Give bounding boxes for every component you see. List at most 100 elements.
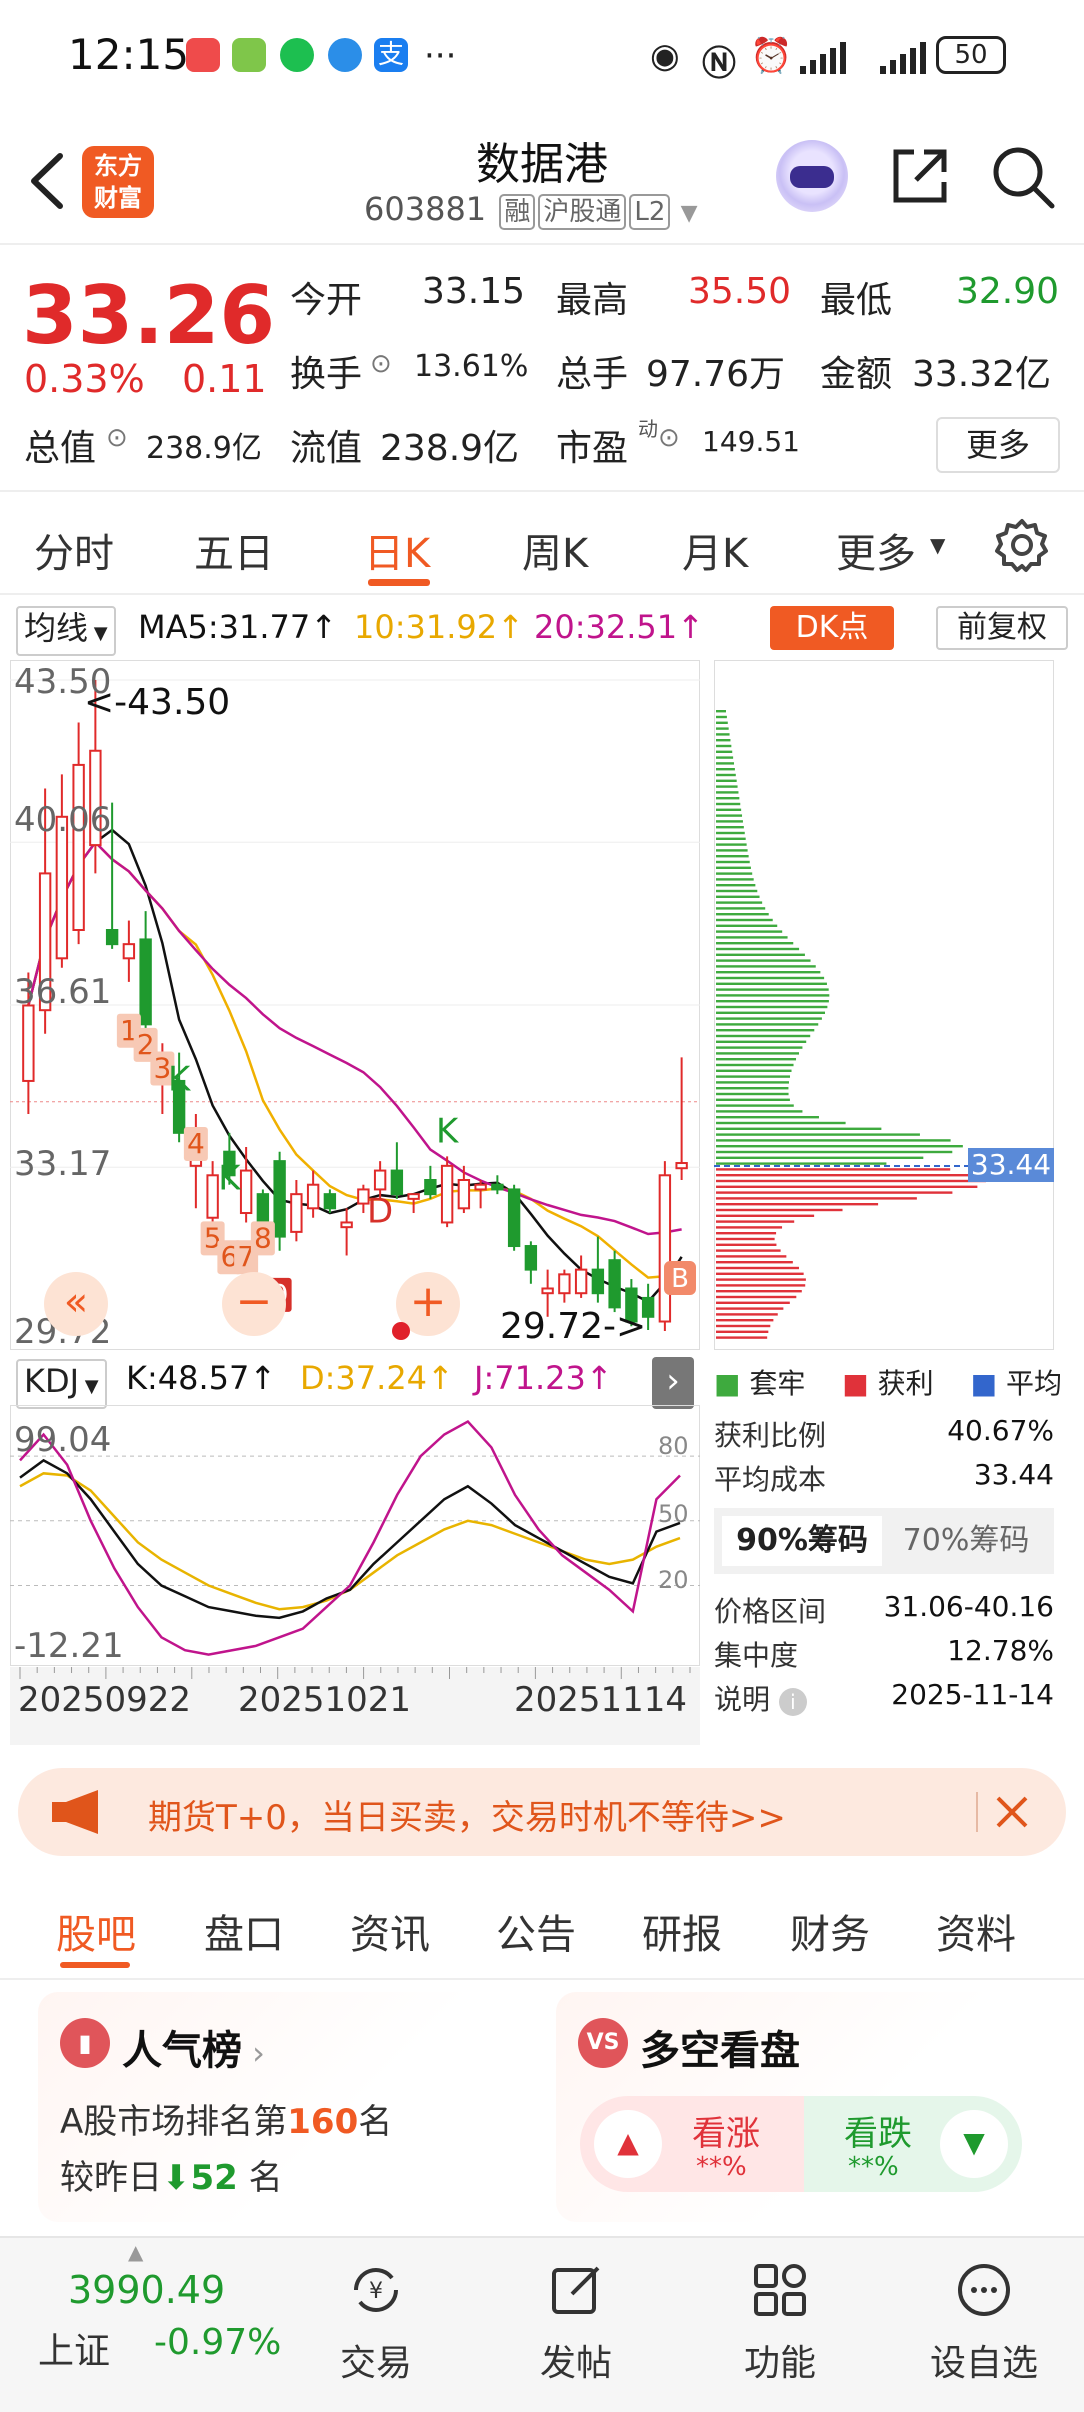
arrow-down-icon: ⬇ (162, 2158, 191, 2198)
notification-app-icon (186, 38, 220, 72)
tab-profile[interactable]: 资料 (936, 1902, 1016, 1960)
rank-change-line: 较昨日⬇52 名 (60, 2150, 283, 2199)
tab-70-chips[interactable]: 70%筹码 (886, 1516, 1046, 1566)
kdj-y-bottom: -12.21 (14, 1626, 124, 1666)
bull-vote-button[interactable]: ▲ 看涨 **% (580, 2096, 804, 2192)
chip-bar-profit (716, 1319, 774, 1322)
tab-monthly-k[interactable]: 月K (682, 521, 748, 579)
kdj-ref-80: 80 (658, 1432, 689, 1460)
tab-90-chips[interactable]: 90%筹码 (722, 1516, 882, 1566)
chip-bar-trapped (716, 994, 830, 997)
tab-daily-k[interactable]: 日K (364, 521, 430, 579)
chip-bar-trapped (716, 779, 737, 782)
chip-bar-profit (716, 1191, 953, 1194)
ai-assistant-icon[interactable] (776, 140, 848, 212)
kdj-j-value: J:71.23↑ (474, 1359, 613, 1397)
chip-bar-trapped (716, 1052, 800, 1055)
chip-bar-trapped (716, 773, 736, 777)
y-axis-label: 36.61 (14, 972, 112, 1012)
note-row: 说明 i 2025-11-14 (714, 1678, 1054, 1718)
expand-arrow-icon[interactable]: › (652, 1357, 694, 1409)
note-label: 说明 (714, 1683, 771, 1716)
candle-down (507, 1188, 521, 1248)
scroll-left-button[interactable]: « (44, 1272, 108, 1336)
search-icon[interactable] (990, 144, 1056, 210)
turnover-value: 13.61% (414, 349, 529, 384)
chip-bar-trapped (716, 1139, 951, 1142)
margin-tag: 融 (499, 194, 536, 230)
float-label: 流值 (290, 428, 363, 469)
candle-down (424, 1179, 437, 1196)
nav-functions[interactable]: 功能 (680, 2238, 880, 2386)
chip-bar-trapped (716, 721, 728, 724)
chip-bar-trapped (716, 802, 741, 806)
content-tabs: 股吧 盘口 资讯 公告 研报 财务 资料 (0, 1880, 1084, 1980)
candle-down (524, 1245, 538, 1271)
chip-bar-trapped (716, 1162, 887, 1165)
chip-bar-profit (716, 1261, 793, 1264)
candle-down (323, 1193, 337, 1210)
chip-bar-trapped (716, 831, 745, 835)
kdj-selector-label: KDJ (24, 1362, 80, 1400)
dropdown-arrow-icon[interactable]: ▼ (681, 201, 698, 226)
tab-weekly-k[interactable]: 周K (522, 521, 588, 579)
info-icon[interactable]: ⊙ (370, 349, 392, 379)
adjust-button[interactable]: 前复权 (936, 606, 1068, 650)
close-icon[interactable] (992, 1792, 1032, 1832)
tab-financials[interactable]: 财务 (790, 1902, 870, 1960)
tab-five-day[interactable]: 五日 (194, 521, 274, 579)
candlestick-chart[interactable]: 123456789KKKDB (10, 660, 700, 1350)
tab-research[interactable]: 研报 (642, 1902, 722, 1960)
index-widget[interactable]: ▲ 3990.49 上证 -0.97% (0, 2238, 300, 2412)
bull-pct: **% (696, 2152, 747, 2182)
info-icon[interactable]: ⊙ (658, 423, 680, 453)
tab-forum[interactable]: 股吧 (56, 1902, 136, 1960)
more-quote-button[interactable]: 更多 (936, 417, 1060, 473)
popularity-card[interactable]: ▮ 人气榜 › A股市场排名第160名 较昨日⬇52 名 (38, 1992, 534, 2222)
promo-banner[interactable]: 期货T+0，当日买卖，交易时机不等待>> (18, 1768, 1066, 1856)
nav-post[interactable]: 发帖 (476, 2238, 676, 2386)
candle-up (457, 1179, 471, 1210)
chip-bar-trapped (716, 1133, 920, 1136)
chip-bar-trapped (716, 1017, 822, 1020)
legend-swatch: ■ (842, 1367, 869, 1400)
bear-vote-button[interactable]: 看跌 **% ▼ (804, 2096, 1022, 2192)
concentration-row: 集中度 12.78% (714, 1634, 1054, 1674)
info-icon[interactable]: i (778, 1688, 807, 1716)
tab-orderbook[interactable]: 盘口 (204, 1902, 284, 1960)
tab-more[interactable]: 更多 (836, 521, 916, 579)
bull-label: 看涨 (692, 2114, 760, 2154)
info-icon[interactable]: ⊙ (106, 423, 128, 453)
compare-prefix: 较昨日 (60, 2158, 162, 2198)
nav-post-label: 发帖 (539, 2343, 612, 2384)
chip-bar-profit (716, 1330, 769, 1333)
buy-signal-marker: B (664, 1261, 696, 1296)
banner-divider (976, 1792, 978, 1832)
bear-pct: **% (848, 2152, 899, 2182)
svg-text:8: 8 (254, 1221, 272, 1254)
pe-value: 149.51 (702, 425, 800, 458)
indicator-selector[interactable]: 均线 ▼ (16, 606, 116, 656)
alarm-icon: ⏰ (750, 36, 793, 76)
share-icon[interactable] (888, 144, 952, 208)
tab-news[interactable]: 资讯 (350, 1902, 430, 1960)
chip-legend: ■ 套牢 ■ 获利 ■ 平均 (714, 1362, 1062, 1402)
chip-bar-trapped (716, 907, 766, 910)
chip-bar-trapped (716, 1087, 789, 1090)
chip-bar-trapped (716, 756, 734, 759)
dk-point-button[interactable]: DK点 (770, 606, 894, 650)
chip-bar-trapped (716, 1040, 807, 1043)
nav-watchlist[interactable]: 设自选 (884, 2238, 1084, 2386)
nav-trade[interactable]: ¥ 交易 (276, 2238, 476, 2386)
profit-ratio-value: 40.67% (947, 1414, 1054, 1447)
kdj-selector[interactable]: KDJ ▼ (16, 1359, 107, 1409)
sentiment-title: 多空看盘 (640, 2028, 800, 2074)
tab-intraday[interactable]: 分时 (34, 521, 114, 579)
chip-bar-trapped (716, 843, 747, 846)
gear-icon[interactable] (994, 517, 1050, 573)
chip-bar-trapped (716, 733, 730, 736)
tab-announcements[interactable]: 公告 (496, 1902, 576, 1960)
status-time: 12:15 (68, 30, 190, 79)
zoom-out-button[interactable]: − (222, 1272, 286, 1336)
arrow-up-icon: ▲ (594, 2110, 662, 2178)
